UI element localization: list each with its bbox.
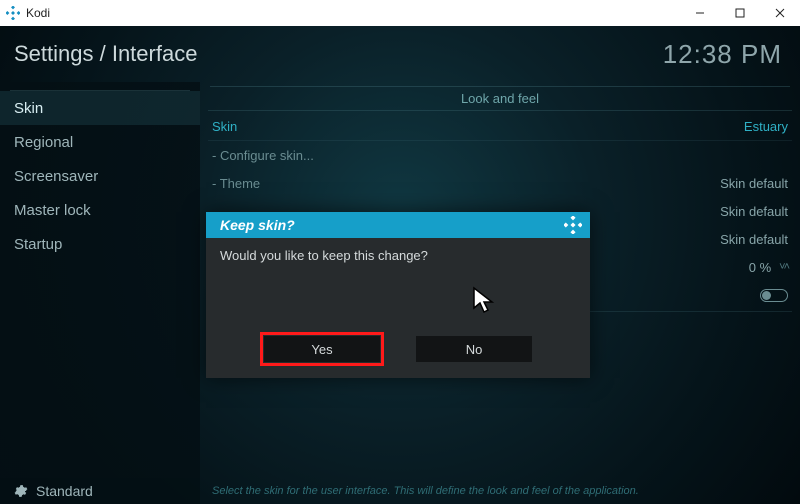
header: Settings / Interface 12:38 PM	[0, 26, 800, 82]
setting-theme[interactable]: - Theme Skin default	[208, 169, 792, 197]
minimize-button[interactable]	[680, 0, 720, 26]
settings-level-button[interactable]: Standard	[0, 478, 200, 504]
sidebar-item-screensaver[interactable]: Screensaver	[0, 159, 200, 193]
dialog-keep-skin: Keep skin? Would you like to keep this c…	[206, 212, 590, 378]
sidebar-item-startup[interactable]: Startup	[0, 227, 200, 261]
close-button[interactable]	[760, 0, 800, 26]
chevron-updown-icon[interactable]: ˅˄	[779, 261, 788, 273]
section-header: Look and feel	[208, 87, 792, 111]
no-button[interactable]: No	[416, 336, 532, 362]
footer-hint: Select the skin for the user interface. …	[200, 485, 800, 497]
setting-value: Skin default	[720, 204, 788, 219]
setting-value: 0 %	[749, 260, 771, 275]
sidebar: Skin Regional Screensaver Master lock St…	[0, 82, 200, 478]
gear-icon	[14, 484, 28, 498]
sidebar-item-regional[interactable]: Regional	[0, 125, 200, 159]
setting-configure-skin[interactable]: - Configure skin...	[208, 141, 792, 169]
yes-button[interactable]: Yes	[264, 336, 380, 362]
setting-label: - Configure skin...	[212, 148, 314, 163]
dialog-message: Would you like to keep this change?	[206, 238, 590, 332]
settings-level-label: Standard	[36, 483, 93, 499]
setting-skin[interactable]: Skin Estuary	[208, 113, 792, 141]
footer: Standard Select the skin for the user in…	[0, 478, 800, 504]
kodi-icon	[6, 6, 20, 20]
dialog-titlebar: Keep skin?	[206, 212, 590, 238]
setting-value: Skin default	[720, 232, 788, 247]
setting-label: - Theme	[212, 176, 260, 191]
sidebar-item-skin[interactable]: Skin	[0, 91, 200, 125]
toggle-switch[interactable]	[760, 289, 788, 302]
setting-value: Estuary	[744, 119, 788, 134]
setting-value: Skin default	[720, 176, 788, 191]
maximize-button[interactable]	[720, 0, 760, 26]
dialog-title: Keep skin?	[220, 217, 295, 233]
window-titlebar: Kodi	[0, 0, 800, 26]
app-root: Settings / Interface 12:38 PM Skin Regio…	[0, 26, 800, 504]
kodi-icon	[564, 216, 582, 234]
sidebar-item-masterlock[interactable]: Master lock	[0, 193, 200, 227]
setting-label: Skin	[212, 119, 237, 134]
breadcrumb: Settings / Interface	[14, 41, 197, 67]
clock: 12:38 PM	[663, 39, 782, 70]
